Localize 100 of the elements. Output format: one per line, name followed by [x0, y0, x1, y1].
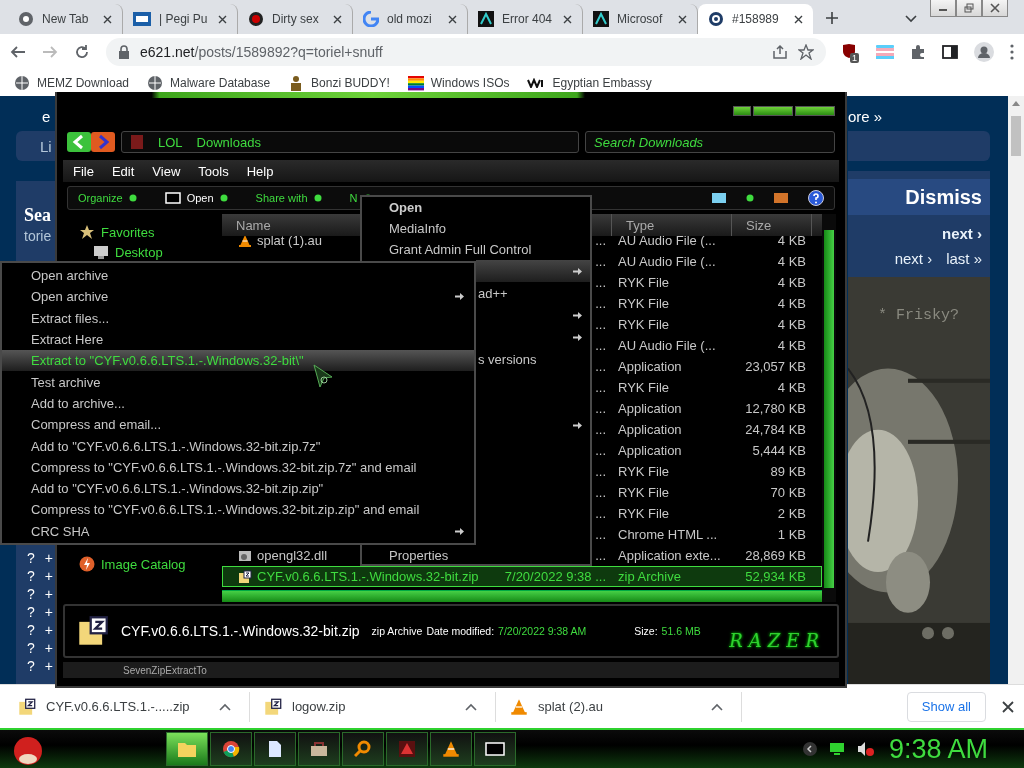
menu-item[interactable]: Properties	[362, 546, 590, 564]
download-item[interactable]: logow.zip	[264, 691, 496, 722]
menu-item[interactable]: ad++	[476, 282, 590, 304]
show-all-button[interactable]: Show all	[906, 691, 986, 722]
star-icon[interactable]	[798, 44, 814, 60]
nav-button[interactable]: Li	[16, 131, 56, 161]
close-icon[interactable]	[333, 14, 342, 24]
breadcrumb[interactable]: Downloads	[196, 134, 261, 150]
menu-item[interactable]: Add to "CYF.v0.6.6.LTS.1.-.Windows.32-bit.zip.7z"	[2, 435, 474, 457]
nav-item[interactable]: Desktop	[79, 242, 222, 262]
taskbar-app[interactable]	[430, 732, 472, 766]
tag-help-link[interactable]: ?	[27, 640, 35, 658]
menu-item[interactable]: Compress to "CYF.v0.6.6.LTS.1.-.Windows.32-bit.zip.zip" and email	[2, 499, 474, 521]
share-icon[interactable]	[772, 44, 788, 60]
tag-add-link[interactable]: +	[44, 658, 53, 676]
toolbar-command[interactable]: Share with	[255, 192, 322, 204]
tag-help-link[interactable]: ?	[27, 550, 35, 568]
menu-item[interactable]: View	[152, 163, 181, 179]
puzzle-icon[interactable]	[910, 44, 926, 60]
close-button[interactable]	[982, 0, 1008, 17]
close-button[interactable]	[795, 106, 835, 116]
menu-item[interactable]: CRC SHA	[2, 520, 474, 542]
chevron-up-icon[interactable]	[219, 702, 231, 711]
toolbar-command[interactable]: Organize	[78, 192, 137, 204]
chevron-up-icon[interactable]	[465, 702, 477, 711]
menu-item[interactable]: Tools	[198, 163, 229, 179]
taskbar-app[interactable]	[210, 732, 252, 766]
menu-item[interactable]: Add to "CYF.v0.6.6.LTS.1.-.Windows.32-bit.zip.zip"	[2, 477, 474, 500]
menu-item[interactable]: Extract Here	[2, 328, 474, 351]
bookmark[interactable]: MEMZ Download	[14, 75, 130, 91]
taskbar-app[interactable]	[474, 732, 516, 766]
menu-item[interactable]: Open archive	[2, 265, 474, 287]
tag-add-link[interactable]: +	[44, 604, 53, 622]
close-icon[interactable]	[103, 14, 112, 24]
menu-item[interactable]: Add to archive...	[2, 392, 474, 415]
taskbar-app[interactable]	[342, 732, 384, 766]
menu-item[interactable]: Compress and email...	[2, 414, 474, 436]
taskbar-app[interactable]	[298, 732, 340, 766]
bookmark[interactable]: Windows ISOs	[407, 75, 510, 91]
menu-icon[interactable]	[1010, 44, 1014, 60]
download-item[interactable]: splat (2).au	[510, 691, 742, 722]
profile-icon[interactable]	[974, 42, 994, 62]
search-field[interactable]: Search Downloads	[585, 131, 835, 153]
dot-icon[interactable]	[746, 194, 754, 202]
muted-speaker-icon[interactable]	[856, 741, 875, 757]
more-link[interactable]: ore »	[848, 108, 1008, 125]
next-link[interactable]: next ›	[894, 250, 933, 267]
scroll-up-icon[interactable]	[1012, 100, 1020, 106]
dismiss-button[interactable]: Dismiss	[848, 179, 990, 215]
new-tab-icon[interactable]	[825, 11, 839, 25]
close-icon[interactable]	[448, 14, 457, 24]
address-bar[interactable]: LOL Downloads	[121, 131, 579, 153]
menu-item[interactable]: Extract to "CYF.v0.6.6.LTS.1.-.Windows.32-bit\"	[2, 350, 474, 372]
selected-file-row[interactable]: CYF.v0.6.6.LTS.1.-.Windows.32-bit.zip 7/20/2022 9:38 ... zip Archive 52,934 KB	[222, 566, 822, 587]
close-icon[interactable]	[218, 14, 227, 24]
column-header[interactable]: Size	[732, 214, 812, 236]
scroll-thumb[interactable]	[1011, 116, 1021, 156]
next-link[interactable]: next ›	[942, 225, 982, 242]
shield-icon[interactable]	[842, 43, 856, 59]
reload-icon[interactable]	[74, 44, 90, 60]
monitor-icon[interactable]	[828, 742, 845, 756]
taskbar-app[interactable]	[254, 732, 296, 766]
last-link[interactable]: last »	[946, 250, 982, 267]
bookmark[interactable]: Malware Database	[147, 75, 271, 91]
back-icon[interactable]	[10, 44, 26, 60]
tag-add-link[interactable]: +	[44, 640, 53, 658]
bookmark[interactable]: Egyptian Embassy	[527, 76, 652, 90]
vertical-scrollbar[interactable]	[822, 214, 836, 602]
close-icon[interactable]	[1002, 700, 1014, 713]
breadcrumb[interactable]: LOL	[158, 134, 183, 150]
menu-item[interactable]: Edit	[111, 163, 135, 179]
menu-item[interactable]: File	[73, 163, 94, 179]
menu-item[interactable]: Compress to "CYF.v0.6.6.LTS.1.-.Windows.32-bit.zip.7z" and email	[2, 456, 474, 478]
menu-item[interactable]: Open archive	[2, 286, 474, 308]
side-panel-icon[interactable]	[942, 44, 958, 60]
tag-add-link[interactable]: +	[44, 622, 53, 640]
tag-help-link[interactable]: ?	[27, 604, 35, 622]
address-bar[interactable]: e621.net/posts/1589892?q=toriel+snuff	[106, 38, 826, 66]
tag-help-link[interactable]: ?	[27, 622, 35, 640]
maximize-button[interactable]	[753, 106, 793, 116]
horizontal-scrollbar[interactable]	[222, 590, 822, 602]
minimize-button[interactable]	[930, 0, 956, 17]
tag-help-link[interactable]: ?	[27, 568, 35, 586]
toolbar-command[interactable]: Open	[164, 192, 228, 204]
menu-item[interactable]: Test archive	[2, 371, 474, 393]
tag-add-link[interactable]: +	[44, 586, 53, 604]
help-icon[interactable]	[808, 190, 824, 206]
menu-item[interactable]: s versions	[476, 348, 590, 370]
tag-help-link[interactable]: ?	[27, 658, 35, 676]
menu-item[interactable]: Help	[246, 163, 274, 179]
minimize-button[interactable]	[733, 106, 751, 116]
browser-tab[interactable]: #158989	[698, 4, 813, 34]
close-icon[interactable]	[678, 14, 687, 24]
tag-help-link[interactable]: ?	[27, 586, 35, 604]
tag-add-link[interactable]: +	[44, 568, 53, 586]
tag-add-link[interactable]: +	[44, 550, 53, 568]
scrollbar[interactable]	[1008, 96, 1024, 684]
restore-button[interactable]	[956, 0, 982, 17]
chevron-down-icon[interactable]	[905, 15, 917, 23]
close-icon[interactable]	[563, 14, 572, 24]
